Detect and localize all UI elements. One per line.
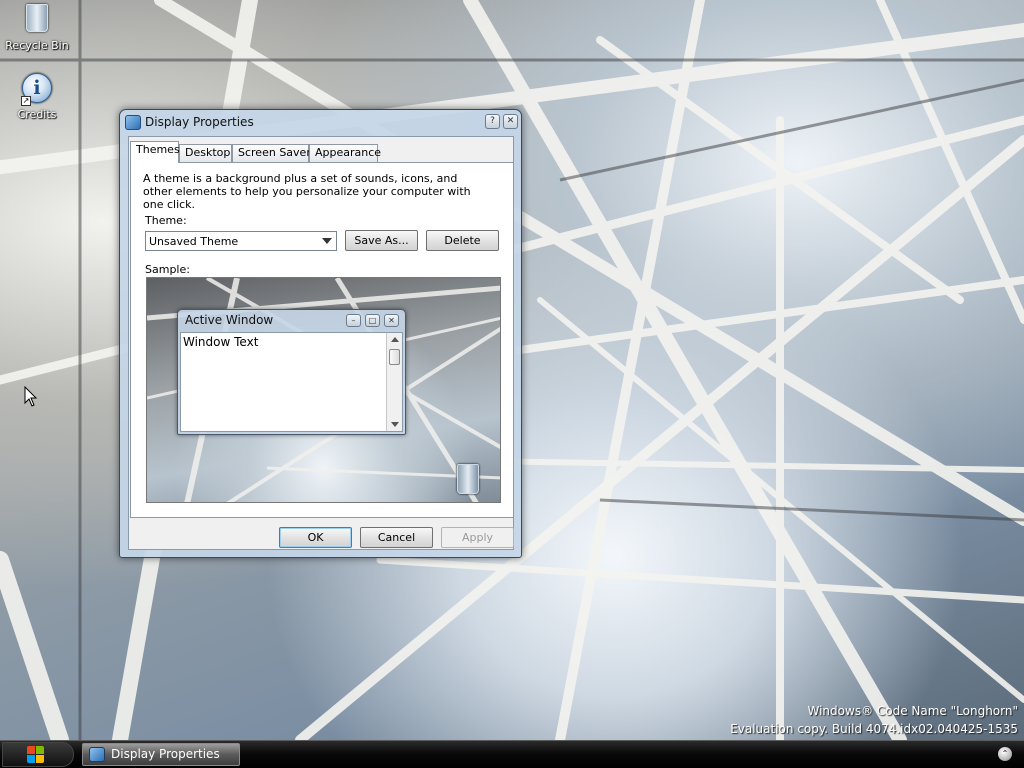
scroll-up-icon	[391, 337, 399, 342]
theme-sample-preview: Active Window – □ ✕ Window Text	[146, 277, 501, 503]
display-properties-icon	[125, 115, 141, 130]
save-as-button[interactable]: Save As...	[345, 230, 418, 251]
tab-desktop[interactable]: Desktop	[179, 144, 232, 162]
help-button[interactable]: ?	[485, 114, 500, 129]
scroll-down-icon	[391, 422, 399, 427]
taskbar-button-display-properties[interactable]: Display Properties	[82, 743, 240, 766]
display-properties-icon	[89, 747, 105, 762]
close-icon: ✕	[384, 314, 399, 327]
sample-window-text: Window Text	[183, 335, 259, 349]
sample-label: Sample:	[145, 263, 190, 276]
window-body: Themes Desktop Screen Saver Appearance A…	[128, 136, 514, 550]
chevron-down-icon	[322, 238, 332, 244]
desktop-icon-credits[interactable]: i ↗ Credits	[0, 72, 74, 121]
desktop-icon-label: Credits	[17, 108, 57, 121]
build-watermark-line2: Evaluation copy. Build 4074.idx02.040425…	[730, 722, 1018, 736]
build-watermark-line1: Windows® Code Name "Longhorn"	[807, 704, 1019, 718]
close-button[interactable]: ✕	[503, 114, 518, 129]
recycle-bin-icon	[21, 4, 53, 36]
info-icon: i ↗	[21, 73, 53, 106]
cancel-button[interactable]: Cancel	[360, 527, 433, 548]
recycle-bin-icon	[457, 464, 479, 494]
theme-select[interactable]: Unsaved Theme	[145, 231, 337, 251]
window-titlebar[interactable]: Display Properties ? ✕	[120, 110, 521, 136]
tray-expand-icon[interactable]: ⌃	[998, 747, 1012, 761]
mouse-pointer-icon	[24, 386, 38, 407]
scroll-thumb	[389, 349, 400, 365]
taskbar-button-label: Display Properties	[111, 747, 220, 761]
display-properties-window: Display Properties ? ✕ Themes Desktop Sc…	[119, 109, 522, 558]
delete-button[interactable]: Delete	[426, 230, 499, 251]
themes-panel: A theme is a background plus a set of so…	[130, 162, 514, 518]
start-button[interactable]	[2, 742, 74, 767]
sample-window-title: Active Window	[185, 313, 274, 327]
desktop-icon-recycle-bin[interactable]: Recycle Bin	[0, 2, 74, 52]
apply-button[interactable]: Apply	[441, 527, 514, 548]
tab-screen-saver[interactable]: Screen Saver	[232, 144, 311, 162]
ok-button[interactable]: OK	[279, 527, 352, 548]
tab-appearance[interactable]: Appearance	[309, 144, 381, 162]
maximize-icon: □	[365, 314, 380, 327]
taskbar: Display Properties ⌃	[0, 740, 1024, 768]
theme-label: Theme:	[145, 214, 187, 227]
sample-active-window: Active Window – □ ✕ Window Text	[177, 309, 406, 435]
desktop-icon-label: Recycle Bin	[5, 39, 69, 52]
shortcut-arrow-icon: ↗	[21, 96, 31, 106]
themes-description: A theme is a background plus a set of so…	[143, 172, 471, 211]
tab-themes[interactable]: Themes	[130, 141, 180, 163]
windows-flag-icon	[27, 746, 45, 764]
window-title: Display Properties	[145, 115, 254, 129]
theme-select-value: Unsaved Theme	[149, 235, 239, 248]
minimize-icon: –	[346, 314, 361, 327]
sample-scrollbar	[386, 333, 402, 431]
sample-window-body: Window Text	[180, 332, 403, 432]
